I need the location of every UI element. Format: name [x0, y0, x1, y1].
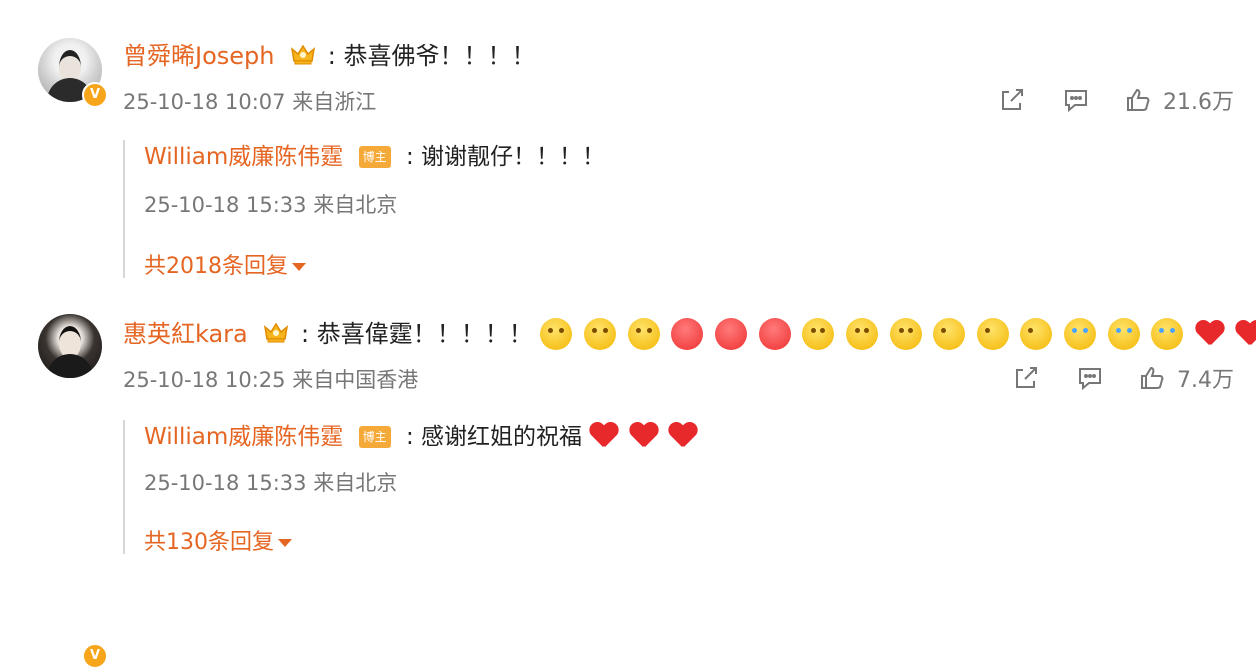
comment-button[interactable] [1077, 365, 1103, 391]
wow-emoji [889, 318, 922, 350]
heart-eyes-emoji [758, 318, 791, 350]
reply-username[interactable]: William威廉陈伟霆 [144, 424, 343, 450]
author-badge: 博主 [358, 146, 391, 168]
comment-actions: 7.4万 [1013, 361, 1234, 395]
thumbs-up-icon [1127, 88, 1150, 111]
comment-separator: : [327, 42, 336, 70]
emoji-row [540, 318, 1256, 350]
comment-icon [1079, 368, 1101, 391]
crown-badge-icon [264, 322, 289, 343]
reply-timestamp: 25-10-18 15:33 来自北京 [144, 193, 398, 217]
comment-timestamp: 25-10-18 10:25 来自中国香港 [123, 368, 419, 392]
more-replies-link[interactable]: 共2018条回复 [144, 248, 306, 280]
red-heart-icon [1235, 321, 1256, 349]
share-button[interactable] [1013, 365, 1039, 391]
crying-emoji [1151, 318, 1184, 350]
like-count: 7.4万 [1177, 368, 1234, 393]
comment-button[interactable] [1063, 87, 1089, 113]
reply-text: 感谢红姐的祝福 [421, 424, 582, 450]
caret-down-icon [292, 263, 306, 271]
reply-header: William威廉陈伟霆 博主 : 谢谢靓仔！！！！ [144, 142, 605, 172]
comment-header: 惠英紅kara : 恭喜偉霆！！！！！ [123, 318, 1256, 350]
reply-separator: : [405, 424, 414, 450]
username[interactable]: 曾舜晞Joseph [123, 42, 274, 70]
comment-text: 恭喜偉霆！！！！！ [316, 320, 533, 348]
comment-separator: : [301, 320, 310, 348]
thumbs-up-icon [1141, 366, 1164, 389]
share-icon [1016, 367, 1037, 388]
share-icon [1002, 89, 1023, 110]
caret-down-icon [278, 539, 292, 547]
comment-actions: 21.6万 [999, 83, 1234, 117]
reply-text: 谢谢靓仔！！！！ [421, 144, 605, 170]
heart-eyes-emoji [671, 318, 704, 350]
crying-emoji [1064, 318, 1097, 350]
wow-emoji [802, 318, 835, 350]
crown-badge-icon [291, 44, 316, 65]
reply-username[interactable]: William威廉陈伟霆 [144, 144, 343, 170]
verified-badge-icon: V [82, 643, 108, 669]
reply-separator: : [405, 144, 414, 170]
verified-badge-icon: V [82, 82, 108, 108]
red-heart-icon [668, 423, 696, 451]
more-replies-label: 共2018条回复 [144, 254, 288, 279]
scream-emoji [584, 318, 617, 350]
reply-timestamp: 25-10-18 15:33 来自北京 [144, 471, 398, 495]
share-button[interactable] [999, 87, 1025, 113]
like-count: 21.6万 [1163, 90, 1234, 115]
comment-item: V 惠英紅kara : 恭喜偉霆！！！！！ 25-10-18 10:25 来自中… [0, 283, 1256, 669]
reply-divider [123, 140, 125, 278]
red-heart-icon [629, 423, 657, 451]
wow-emoji [845, 318, 878, 350]
tongue-wink-emoji [933, 318, 966, 350]
more-replies-label: 共130条回复 [144, 530, 274, 555]
heart-eyes-emoji [714, 318, 747, 350]
comment-icon [1065, 90, 1087, 113]
crying-emoji [1107, 318, 1140, 350]
author-badge: 博主 [358, 426, 391, 448]
more-replies-link[interactable]: 共130条回复 [144, 524, 292, 556]
red-heart-icon [589, 423, 617, 451]
comment-item: V 曾舜晞Joseph : 恭喜佛爷！！！！ 25-10-18 10:07 来自… [0, 0, 1256, 283]
reply-divider [123, 420, 125, 554]
tongue-wink-emoji [1020, 318, 1053, 350]
like-button[interactable]: 21.6万 [1125, 84, 1234, 116]
red-heart-icon [1195, 321, 1223, 349]
comment-header: 曾舜晞Joseph : 恭喜佛爷！！！！ [123, 41, 536, 71]
tongue-wink-emoji [976, 318, 1009, 350]
like-button[interactable]: 7.4万 [1139, 362, 1234, 394]
scream-emoji [540, 318, 573, 350]
comment-text: 恭喜佛爷！！！！ [343, 42, 536, 70]
comment-timestamp: 25-10-18 10:07 来自浙江 [123, 90, 377, 114]
user-avatar[interactable] [38, 314, 102, 378]
scream-emoji [627, 318, 660, 350]
username[interactable]: 惠英紅kara [123, 320, 248, 348]
reply-header: William威廉陈伟霆 博主 : 感谢红姐的祝福 [144, 422, 700, 452]
